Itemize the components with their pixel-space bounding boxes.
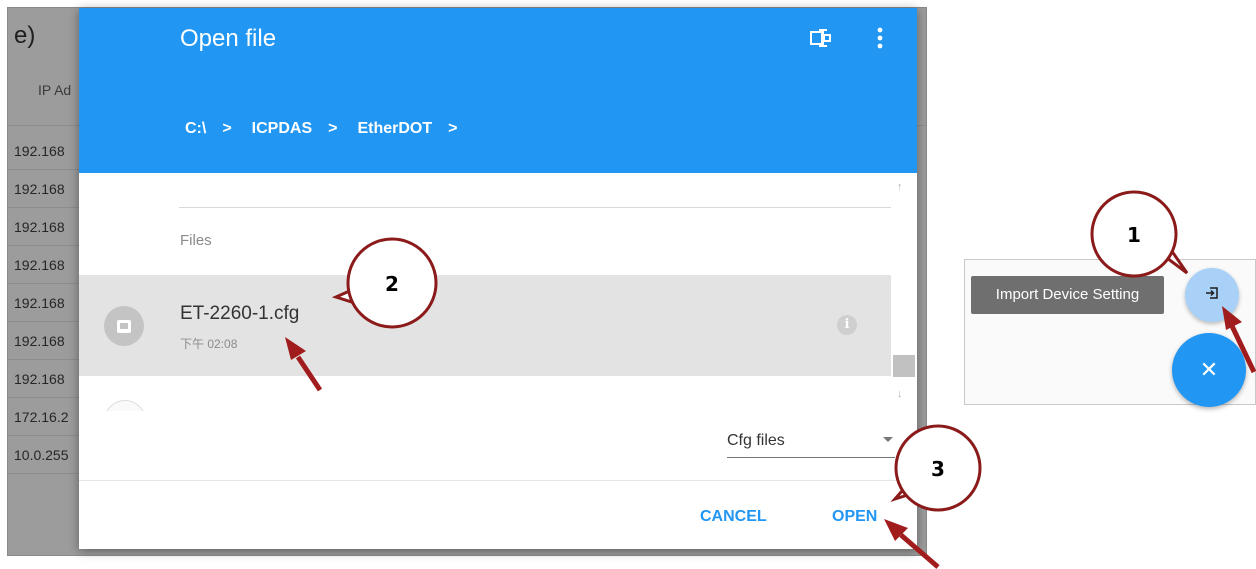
chevron-right-icon: > [448,120,458,137]
import-icon [1204,285,1220,306]
callout-number: 1 [1127,223,1141,247]
table-row: 192.168 [8,284,83,322]
divider [179,207,891,208]
breadcrumb-item-icpdas[interactable]: ICPDAS [252,120,312,138]
table-row: 10.0.255 [8,436,83,474]
dialog-title: Open file [180,25,277,52]
table-row: 192.168 [8,170,83,208]
arrow-down-icon[interactable]: ↓ [897,388,903,400]
file-icon [104,400,146,411]
breadcrumb: C:\ > ICPDAS > EtherDOT > [185,120,477,138]
close-fab-button[interactable]: ✕ [1172,333,1246,407]
background-title: e) [14,22,36,49]
callout-number: 3 [931,457,945,481]
info-icon[interactable]: i [837,315,857,335]
table-row: 192.168 [8,322,83,360]
chevron-right-icon: > [222,120,232,137]
file-name: ET-2260-1.cfg [180,303,300,324]
more-vert-icon[interactable] [875,26,885,55]
scrollbar-thumb[interactable] [893,355,915,377]
cancel-button[interactable]: CANCEL [700,508,767,526]
arrow-up-icon[interactable]: ↑ [897,181,903,193]
open-button[interactable]: OPEN [832,508,877,526]
device-import-icon[interactable] [809,26,833,55]
files-section-label: Files [180,232,212,249]
file-time: 下午 02:08 [180,337,238,351]
ip-address-column-header: IP Ad [38,82,72,98]
close-icon: ✕ [1199,357,1219,382]
import-device-setting-tooltip: Import Device Setting [971,276,1164,314]
side-panel: Import Device Setting ✕ [964,259,1256,407]
dialog-header: Open file C:\ > ICPDAS > EtherDOT > [79,8,917,173]
dropdown-arrow-icon [883,437,893,442]
breadcrumb-item-etherdot[interactable]: EtherDOT [357,120,432,138]
table-row: 192.168 [8,132,83,170]
import-device-setting-button[interactable] [1185,268,1239,322]
table-row: 192.168 [8,246,83,284]
table-row: 192.168 [8,360,83,398]
table-row: 172.16.2 [8,398,83,436]
file-list[interactable]: Files ET-2260-1.cfg 下午 02:08 i ↑ ↓ [79,173,917,411]
scrollbar[interactable]: ↑ ↓ [891,173,917,411]
list-item[interactable]: ET-2260-1.cfg 下午 02:08 i [79,275,891,376]
breadcrumb-item-drive[interactable]: C:\ [185,120,206,138]
file-type-value: Cfg files [727,432,785,449]
divider [79,480,917,481]
chevron-right-icon: > [328,120,338,137]
table-row: 192.168 [8,208,83,246]
file-type-select[interactable]: Cfg files [727,429,895,458]
file-icon [104,306,144,346]
open-file-dialog: Open file C:\ > ICPDAS > EtherDOT > File… [79,8,917,549]
